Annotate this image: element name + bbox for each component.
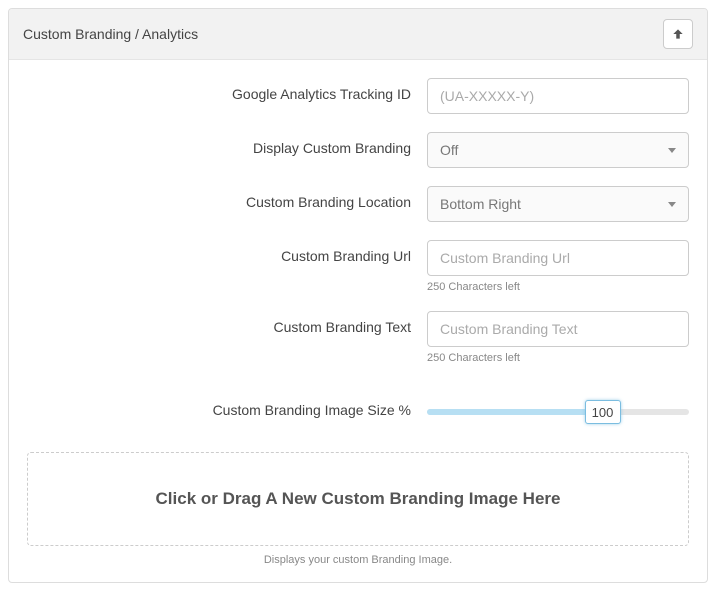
arrow-up-icon [671,27,685,41]
label-tracking-id: Google Analytics Tracking ID [27,78,427,102]
label-branding-url: Custom Branding Url [27,240,427,264]
branding-url-input[interactable] [427,240,689,276]
tracking-id-input[interactable] [427,78,689,114]
slider-handle[interactable]: 100 [585,400,621,424]
branding-text-helper: 250 Characters left [427,352,689,364]
chevron-down-icon [668,148,676,153]
label-display-branding: Display Custom Branding [27,132,427,156]
row-branding-url: Custom Branding Url 250 Characters left [27,240,689,293]
panel-body: Google Analytics Tracking ID Display Cus… [9,60,707,582]
row-tracking-id: Google Analytics Tracking ID [27,78,689,114]
branding-location-select[interactable]: Bottom Right [427,186,689,222]
branding-url-helper: 250 Characters left [427,281,689,293]
label-image-size: Custom Branding Image Size % [27,394,427,418]
display-branding-select[interactable]: Off [427,132,689,168]
branding-location-value: Bottom Right [440,196,521,212]
panel-title: Custom Branding / Analytics [23,26,198,42]
panel-header: Custom Branding / Analytics [9,9,707,60]
slider-fill [427,409,603,415]
slider-track [427,409,689,415]
dropzone-text: Click or Drag A New Custom Branding Imag… [38,489,678,509]
branding-image-dropzone[interactable]: Click or Drag A New Custom Branding Imag… [27,452,689,546]
chevron-down-icon [668,202,676,207]
row-branding-location: Custom Branding Location Bottom Right [27,186,689,222]
slider-value: 100 [592,405,614,420]
label-branding-location: Custom Branding Location [27,186,427,210]
display-branding-value: Off [440,142,458,158]
row-branding-text: Custom Branding Text 250 Characters left [27,311,689,364]
collapse-button[interactable] [663,19,693,49]
label-branding-text: Custom Branding Text [27,311,427,335]
image-size-slider[interactable]: 100 [427,394,689,430]
row-display-branding: Display Custom Branding Off [27,132,689,168]
branding-analytics-panel: Custom Branding / Analytics Google Analy… [8,8,708,583]
branding-text-input[interactable] [427,311,689,347]
row-image-size: Custom Branding Image Size % 100 [27,394,689,430]
dropzone-caption: Displays your custom Branding Image. [27,554,689,566]
